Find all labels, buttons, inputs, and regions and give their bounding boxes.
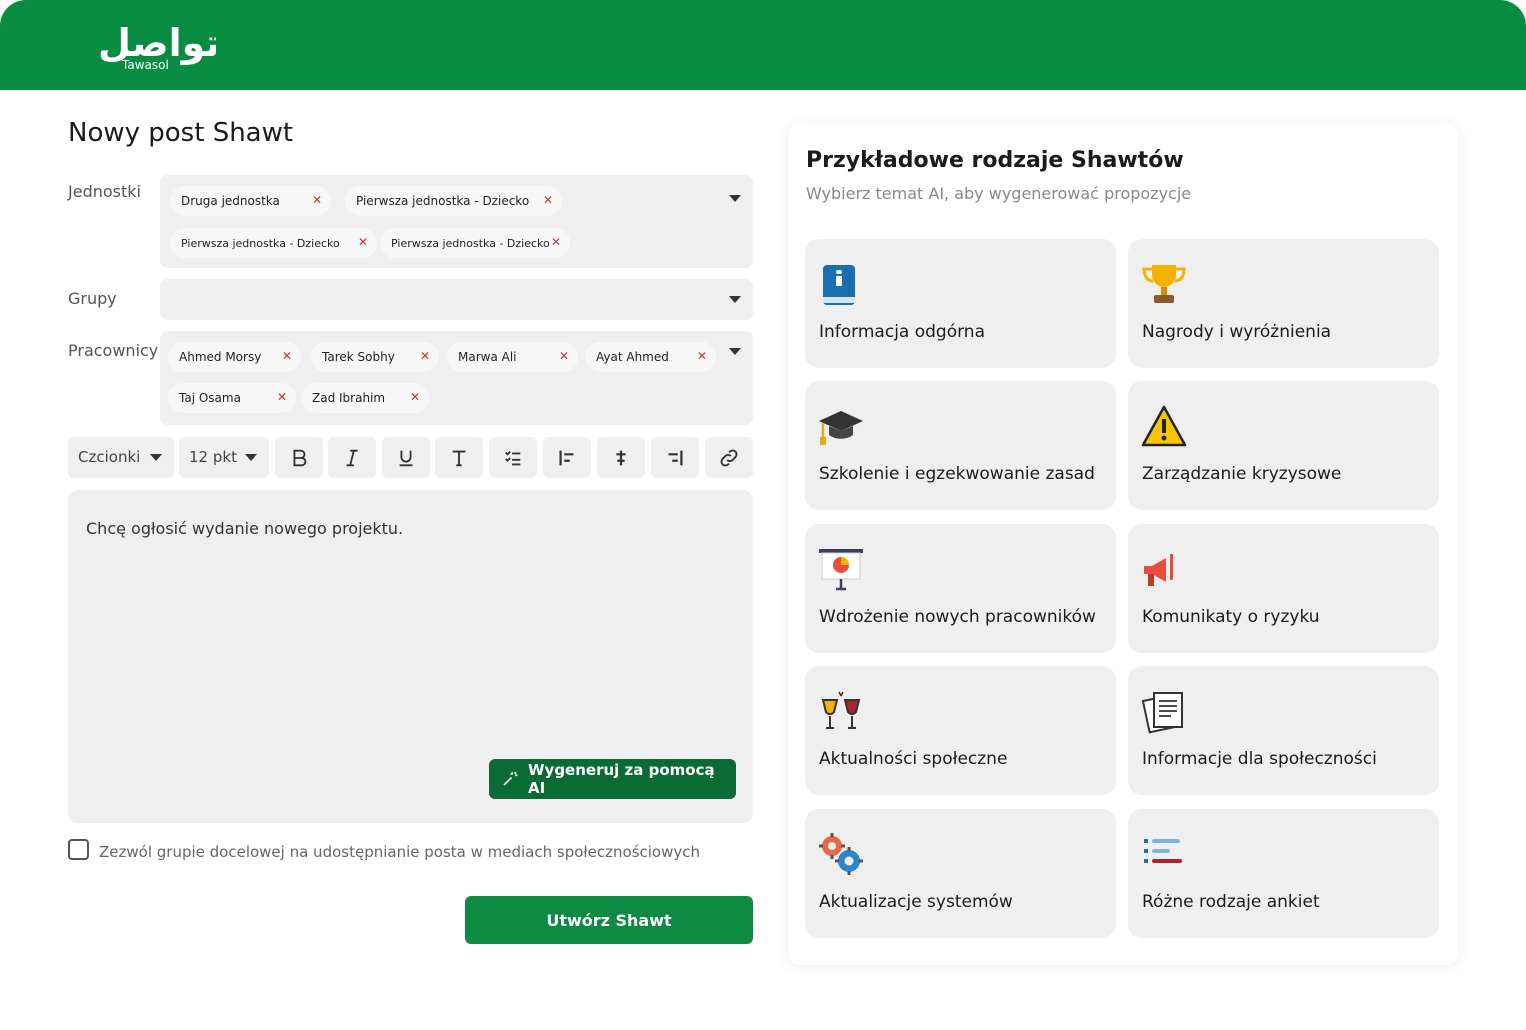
warning-icon bbox=[1141, 405, 1187, 447]
remove-chip-icon[interactable]: ✕ bbox=[277, 390, 287, 404]
card-training[interactable]: Szkolenie i egzekwowanie zasad bbox=[805, 381, 1116, 510]
checklist-icon bbox=[505, 450, 521, 465]
card-risk[interactable]: Komunikaty o ryzyku bbox=[1128, 524, 1439, 653]
presentation-icon bbox=[819, 549, 863, 591]
chevron-down-icon[interactable] bbox=[729, 195, 741, 202]
panel-subtitle: Wybierz temat AI, aby wygenerować propoz… bbox=[806, 184, 1192, 203]
info-book-icon bbox=[823, 265, 855, 305]
generate-ai-button[interactable]: Wygeneruj za pomocą AI bbox=[489, 759, 736, 799]
text-style-button[interactable] bbox=[435, 437, 483, 478]
page-title: Nowy post Shawt bbox=[68, 118, 294, 148]
employees-label: Pracownicy bbox=[68, 341, 159, 360]
employee-chip: Tarek Sobhy ✕ bbox=[311, 342, 439, 372]
employee-chip: Taj Osama ✕ bbox=[168, 383, 296, 413]
remove-chip-icon[interactable]: ✕ bbox=[551, 235, 561, 249]
italic-button[interactable] bbox=[328, 437, 376, 478]
remove-chip-icon[interactable]: ✕ bbox=[282, 349, 292, 363]
card-crisis[interactable]: Zarządzanie kryzysowe bbox=[1128, 381, 1439, 510]
units-select[interactable]: Druga jednostka ✕ Pierwsza jednostka - Dz… bbox=[160, 175, 753, 268]
documents-icon bbox=[1141, 692, 1183, 734]
wine-glasses-icon bbox=[821, 691, 861, 729]
units-label: Jednostki bbox=[68, 182, 141, 201]
remove-chip-icon[interactable]: ✕ bbox=[420, 349, 430, 363]
top-header: تواصل Tawasol bbox=[0, 0, 1526, 90]
align-center-button[interactable] bbox=[597, 437, 645, 478]
employee-chip: Zad Ibrahim ✕ bbox=[301, 383, 429, 413]
chevron-down-icon bbox=[150, 454, 162, 461]
trophy-icon bbox=[1142, 265, 1186, 303]
remove-chip-icon[interactable]: ✕ bbox=[543, 193, 553, 207]
poll-icon bbox=[1144, 839, 1182, 863]
card-system-updates[interactable]: Aktualizacje systemów bbox=[805, 809, 1116, 938]
card-awards[interactable]: Nagrody i wyróżnienia bbox=[1128, 239, 1439, 368]
employee-chip: Marwa Ali ✕ bbox=[447, 342, 578, 372]
card-surveys[interactable]: Różne rodzaje ankiet bbox=[1128, 809, 1439, 938]
share-checkbox-label: Zezwól grupie docelowej na udostępnianie… bbox=[99, 843, 700, 861]
create-shawt-button[interactable]: Utwórz Shawt bbox=[465, 896, 753, 944]
checklist-button[interactable] bbox=[489, 437, 537, 478]
link-icon bbox=[720, 449, 738, 466]
align-right-icon bbox=[668, 450, 683, 465]
underline-icon bbox=[399, 450, 413, 466]
shawt-types-panel: Przykładowe rodzaje Shawtów Wybierz tema… bbox=[788, 123, 1458, 965]
groups-label: Grupy bbox=[68, 289, 117, 308]
unit-chip: Druga jednostka ✕ bbox=[170, 186, 331, 216]
magic-wand-icon bbox=[503, 771, 518, 786]
remove-chip-icon[interactable]: ✕ bbox=[559, 349, 569, 363]
graduation-cap-icon bbox=[819, 411, 863, 445]
align-left-icon bbox=[559, 450, 574, 465]
unit-chip: Pierwsza jednostka - Dziecko ✕ bbox=[345, 186, 562, 216]
app-frame: تواصل Tawasol Nowy post Shawt Jednostki … bbox=[0, 0, 1526, 1030]
logo-subtitle: Tawasol bbox=[122, 58, 169, 72]
remove-chip-icon[interactable]: ✕ bbox=[410, 390, 420, 404]
bold-icon bbox=[293, 449, 307, 466]
share-checkbox[interactable] bbox=[68, 839, 89, 860]
text-icon bbox=[452, 450, 466, 466]
align-left-button[interactable] bbox=[543, 437, 591, 478]
link-button[interactable] bbox=[705, 437, 753, 478]
remove-chip-icon[interactable]: ✕ bbox=[697, 349, 707, 363]
employees-select[interactable]: Ahmed Morsy ✕ Tarek Sobhy ✕ Marwa Ali ✕ Aya… bbox=[160, 331, 753, 425]
groups-select[interactable] bbox=[160, 279, 753, 320]
gears-icon bbox=[819, 833, 863, 875]
align-center-icon bbox=[616, 450, 626, 465]
font-size-dropdown[interactable]: 12 pkt bbox=[179, 437, 269, 478]
unit-chip: Pierwsza jednostka - Dziecko ✕ bbox=[170, 228, 377, 258]
remove-chip-icon[interactable]: ✕ bbox=[312, 193, 322, 207]
employee-chip: Ayat Ahmed ✕ bbox=[585, 342, 716, 372]
employee-chip: Ahmed Morsy ✕ bbox=[168, 342, 301, 372]
panel-title: Przykładowe rodzaje Shawtów bbox=[806, 148, 1184, 173]
italic-icon bbox=[346, 449, 358, 466]
card-community-info[interactable]: Informacje dla społeczności bbox=[1128, 666, 1439, 795]
align-right-button[interactable] bbox=[651, 437, 699, 478]
editor-text[interactable]: Chcę ogłosić wydanie nowego projektu. bbox=[86, 519, 403, 538]
font-dropdown[interactable]: Czcionki bbox=[68, 437, 174, 478]
remove-chip-icon[interactable]: ✕ bbox=[358, 235, 368, 249]
card-top-down-info[interactable]: Informacja odgórna bbox=[805, 239, 1116, 368]
post-editor[interactable]: Chcę ogłosić wydanie nowego projektu. Wy… bbox=[68, 490, 753, 823]
chevron-down-icon[interactable] bbox=[729, 296, 741, 303]
bold-button[interactable] bbox=[275, 437, 323, 478]
megaphone-icon bbox=[1144, 554, 1173, 586]
underline-button[interactable] bbox=[382, 437, 430, 478]
chevron-down-icon[interactable] bbox=[729, 348, 741, 355]
chevron-down-icon bbox=[245, 454, 257, 461]
card-onboarding[interactable]: Wdrożenie nowych pracowników bbox=[805, 524, 1116, 653]
unit-chip: Pierwsza jednostka - Dziecko ✕ bbox=[380, 228, 570, 258]
card-social-news[interactable]: Aktualności społeczne bbox=[805, 666, 1116, 795]
